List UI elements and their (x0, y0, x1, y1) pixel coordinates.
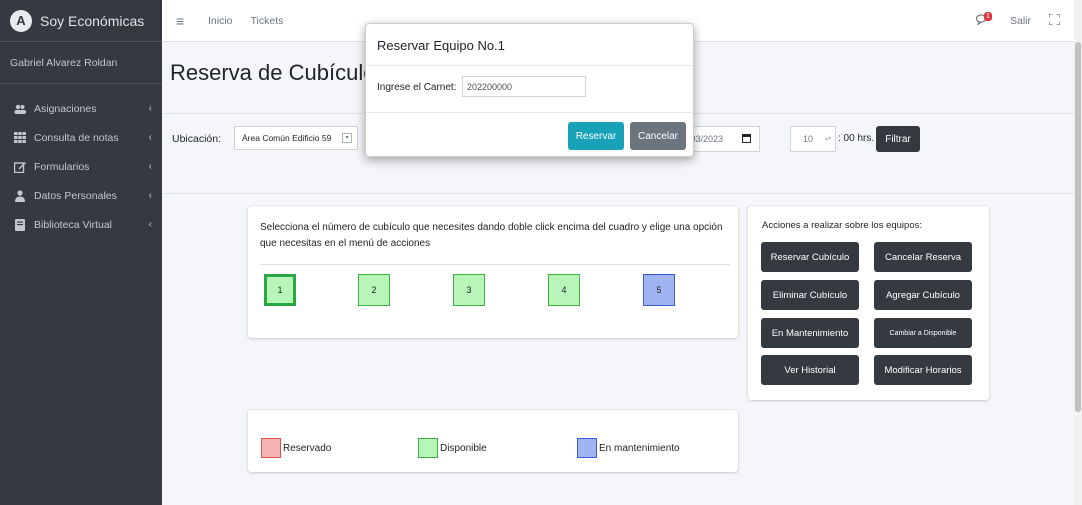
sidebar-item-label: Formularios (34, 160, 90, 173)
calendar-icon[interactable] (742, 134, 751, 143)
legend-swatch-mantenimiento (577, 438, 597, 458)
cancelar-reserva-button[interactable]: Cancelar Reserva (874, 242, 972, 272)
sidebar-item-label: Asignaciones (34, 102, 97, 115)
edit-icon (14, 161, 26, 173)
book-icon (14, 218, 26, 231)
chevron-left-icon: ‹ (148, 190, 152, 201)
user-name: Gabriel Alvarez Roldan (10, 56, 118, 69)
user-icon (14, 189, 26, 202)
legend-swatch-disponible (418, 438, 438, 458)
hour-suffix: : 00 hrs. (838, 133, 875, 144)
menu-toggle-icon[interactable]: ≡ (176, 13, 190, 29)
legend-label: En mantenimiento (599, 442, 680, 454)
sidebar-item-label: Consulta de notas (34, 131, 119, 144)
actions-title: Acciones a realizar sobre los equipos: (762, 220, 923, 231)
ubicacion-select[interactable]: Área Común Edificio 59 ▾ (234, 126, 358, 150)
agregar-cubiculo-button[interactable]: Agregar Cubículo (874, 280, 972, 310)
sidebar-item-label: Datos Personales (34, 189, 117, 202)
instructions-text: Selecciona el número de cubículo que nec… (260, 222, 723, 249)
notifications-button[interactable]: 1 (975, 12, 992, 28)
sidebar-item-formularios[interactable]: Formularios ‹ (0, 152, 162, 181)
logout-link[interactable]: Salir (1010, 15, 1031, 27)
legend-item-disponible: Disponible (418, 438, 487, 458)
divider (162, 193, 1074, 194)
sidebar-item-label: Biblioteca Virtual (34, 218, 113, 231)
spinner-icon[interactable]: ▴▾ (825, 135, 831, 142)
ver-historial-button[interactable]: Ver Historial (761, 355, 859, 385)
divider (366, 65, 693, 66)
eliminar-cubiculo-button[interactable]: Eliminar Cubículo (761, 280, 859, 310)
chevron-left-icon: ‹ (148, 132, 152, 143)
legend-swatch-reservado (261, 438, 281, 458)
cambiar-disponible-button[interactable]: Cambiar a Disponible (874, 318, 972, 348)
carnet-label: Ingrese el Carnet: (377, 82, 457, 93)
legend-item-mantenimiento: En mantenimiento (577, 438, 680, 458)
scrollbar-thumb[interactable] (1075, 42, 1081, 412)
cubicle-4[interactable]: 4 (548, 274, 580, 306)
reservar-cubiculo-button[interactable]: Reservar Cubículo (761, 242, 859, 272)
user-panel[interactable]: Gabriel Alvarez Roldan (0, 42, 162, 84)
cancelar-button[interactable]: Cancelar (630, 122, 686, 150)
legend-item-reservado: Reservado (261, 438, 331, 458)
cubicle-1[interactable]: 1 (264, 274, 296, 306)
divider (366, 112, 693, 113)
modificar-horarios-button[interactable]: Modificar Horarios (874, 355, 972, 385)
legend-card: Reservado Disponible En mantenimiento (248, 410, 738, 472)
chevron-left-icon: ‹ (148, 219, 152, 230)
ubicacion-label: Ubicación: (172, 133, 222, 145)
carnet-input[interactable] (462, 76, 586, 97)
sidebar-item-asignaciones[interactable]: Asignaciones ‹ (0, 94, 162, 123)
page-scrollbar[interactable] (1074, 0, 1082, 505)
fullscreen-icon[interactable] (1048, 13, 1061, 28)
reservar-button[interactable]: Reservar (568, 122, 624, 150)
cubicle-2[interactable]: 2 (358, 274, 390, 306)
chevron-left-icon: ‹ (148, 161, 152, 172)
filter-button[interactable]: Filtrar (876, 126, 920, 152)
en-mantenimiento-button[interactable]: En Mantenimiento (761, 318, 859, 348)
cubicle-5[interactable]: 5 (643, 274, 675, 306)
reserve-modal: Reservar Equipo No.1 Ingrese el Carnet: … (365, 23, 694, 157)
table-icon (14, 132, 26, 144)
hour-value: 10 (803, 134, 814, 144)
brand-logo-icon: A (10, 9, 32, 32)
hour-input[interactable]: 10 ▴▾ (790, 126, 836, 152)
brand-name: Soy Económicas (40, 12, 145, 29)
modal-title: Reservar Equipo No.1 (377, 38, 505, 53)
divider (260, 264, 730, 265)
sidebar-item-datos-personales[interactable]: Datos Personales ‹ (0, 181, 162, 210)
actions-card: Acciones a realizar sobre los equipos: R… (748, 206, 989, 400)
navbar-right: 1 Salir (975, 0, 1061, 42)
sidebar-item-consulta-notas[interactable]: Consulta de notas ‹ (0, 123, 162, 152)
notification-badge: 1 (983, 12, 992, 21)
sidebar-item-biblioteca-virtual[interactable]: Biblioteca Virtual ‹ (0, 210, 162, 239)
page-title: Reserva de Cubículos (170, 60, 387, 85)
nav-link-inicio[interactable]: Inicio (208, 15, 233, 27)
legend-label: Reservado (283, 442, 332, 454)
sidebar: A Soy Económicas Gabriel Alvarez Roldan … (0, 0, 162, 505)
brand[interactable]: A Soy Económicas (0, 0, 162, 42)
cubicles-card: Selecciona el número de cubículo que nec… (248, 206, 738, 338)
sidebar-nav: Asignaciones ‹ Consulta de notas ‹ Formu… (0, 84, 162, 239)
cubicle-3[interactable]: 3 (453, 274, 485, 306)
ubicacion-selected-value: Área Común Edificio 59 (242, 133, 332, 143)
nav-link-tickets[interactable]: Tickets (251, 15, 284, 27)
legend-label: Disponible (440, 442, 487, 454)
dropdown-caret-icon: ▾ (342, 133, 352, 143)
chevron-left-icon: ‹ (148, 103, 152, 114)
users-icon (14, 103, 26, 115)
